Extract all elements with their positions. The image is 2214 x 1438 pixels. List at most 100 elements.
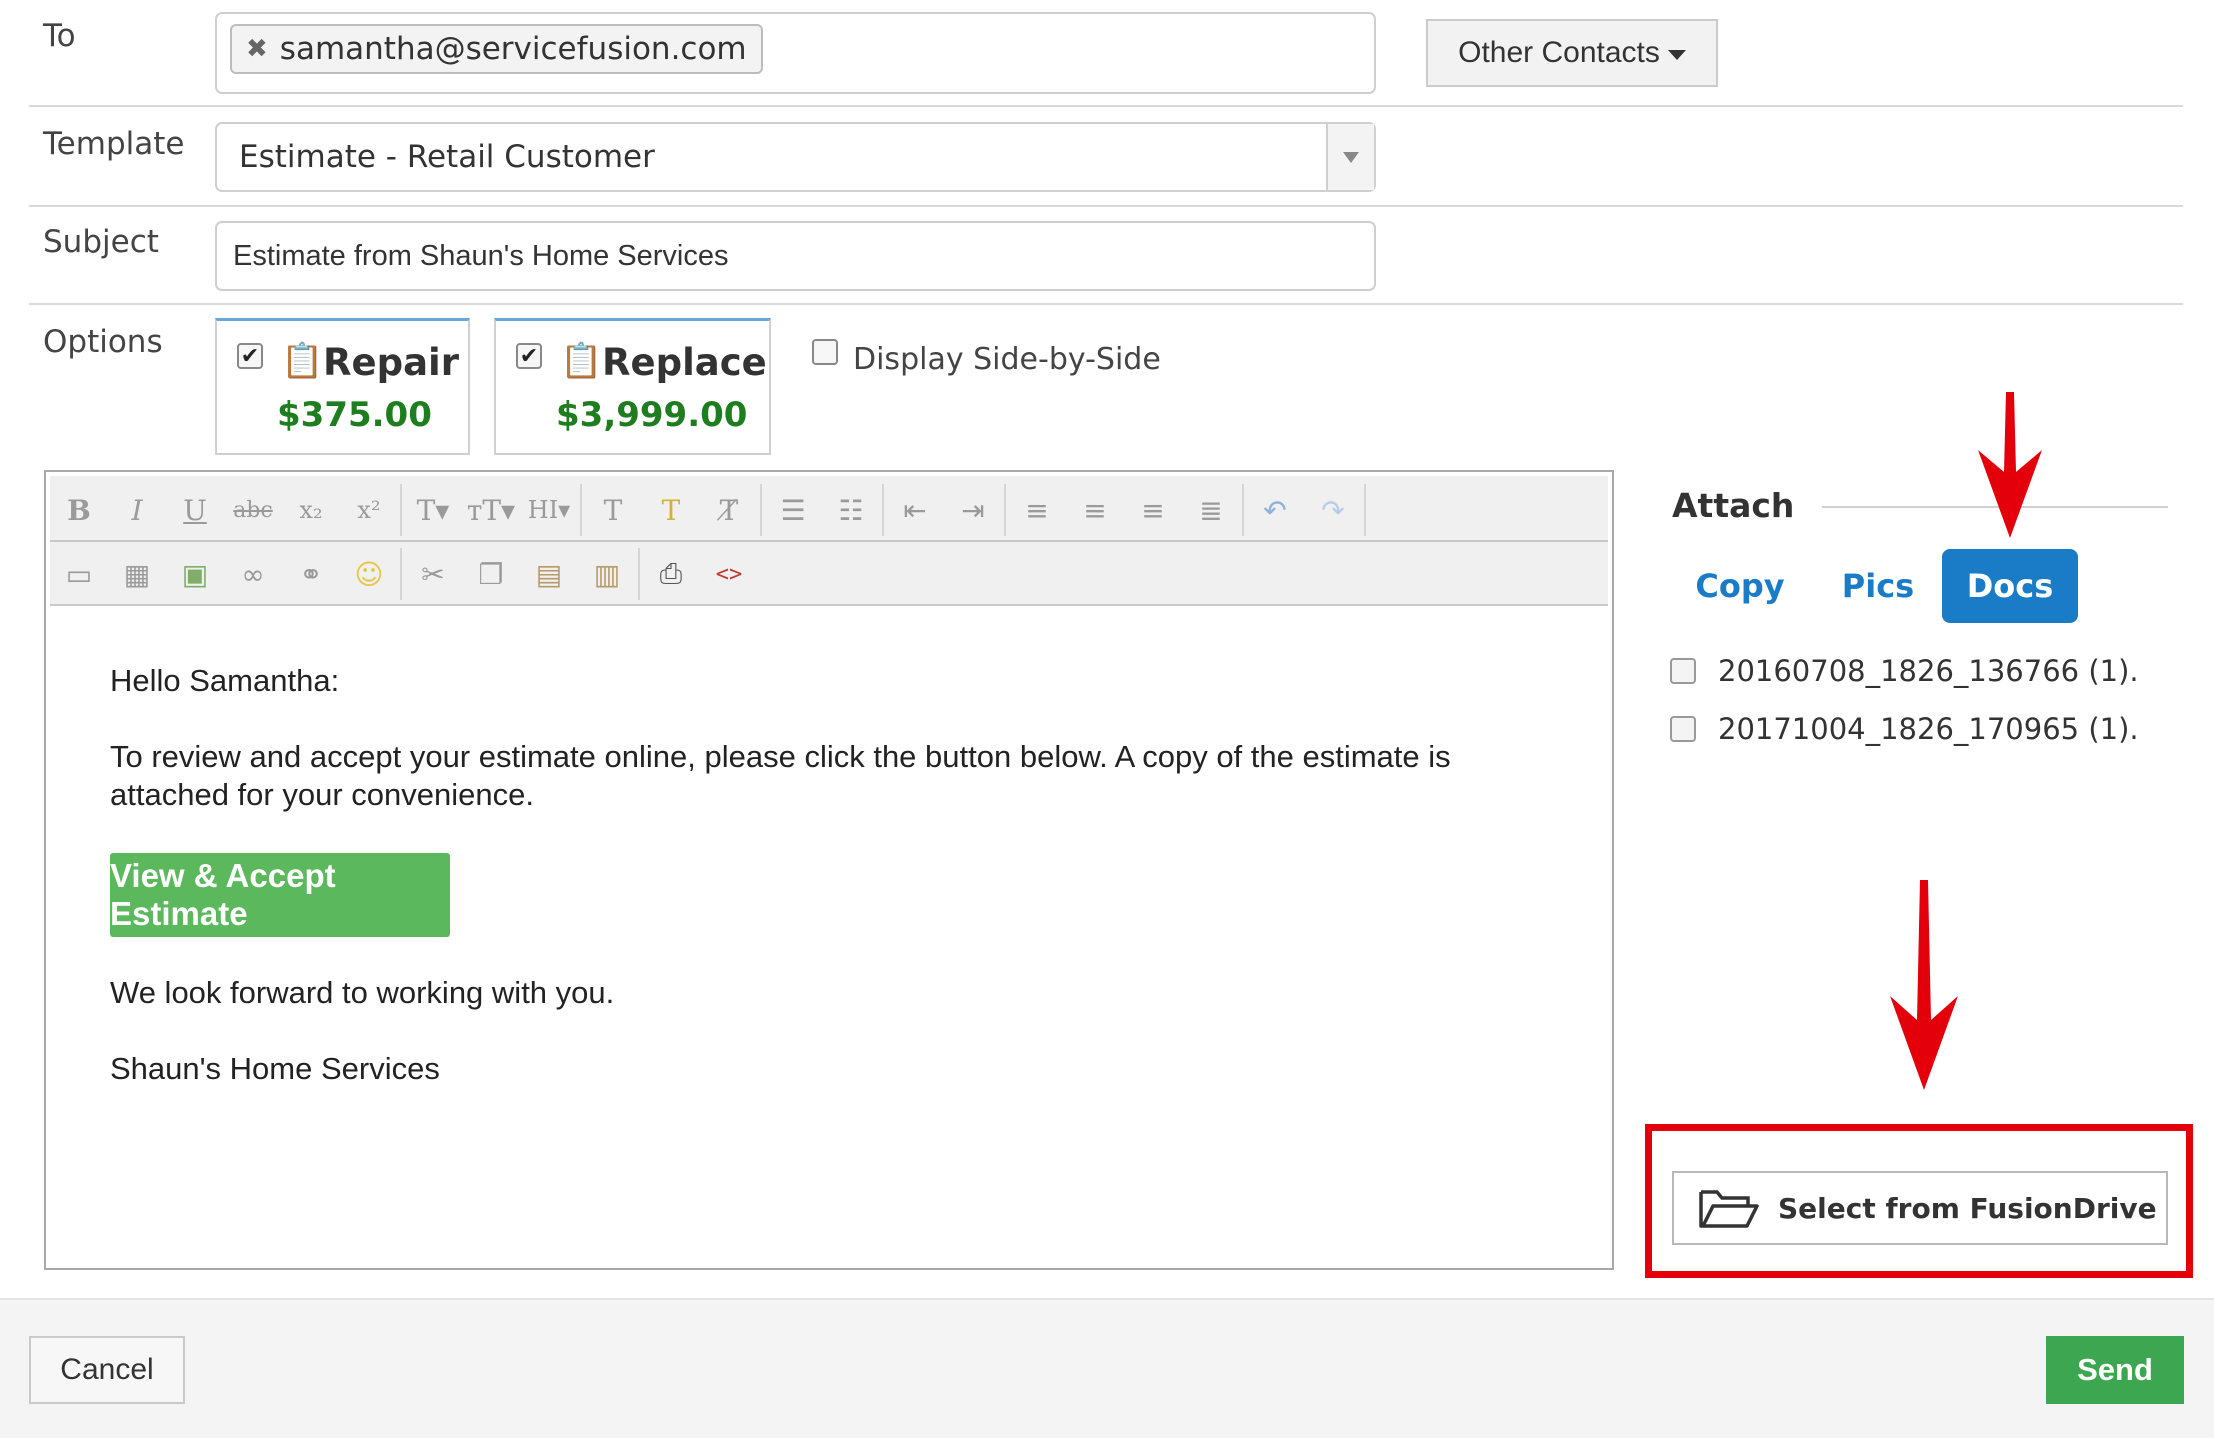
toolbar-separator (882, 484, 884, 536)
send-button[interactable]: Send (2046, 1336, 2184, 1404)
horizontal-rule-icon[interactable]: ▭ (50, 548, 108, 600)
select-from-fusiondrive-button[interactable]: Select from FusionDrive (1672, 1171, 2168, 1245)
image-icon[interactable]: ▣ (166, 548, 224, 600)
subject-label: Subject (43, 224, 159, 260)
replace-checkbox[interactable]: ✔ (516, 343, 542, 369)
other-contacts-label: Other Contacts (1458, 36, 1660, 69)
align-left-icon[interactable]: ≡ (1008, 484, 1066, 536)
attach-title: Attach (1672, 486, 1795, 525)
option-name: Repair (323, 341, 459, 384)
subject-input[interactable]: Estimate from Shaun's Home Services (215, 221, 1376, 291)
email-paragraph-continued: attached for your convenience. (110, 777, 534, 812)
justify-icon[interactable]: ≣ (1182, 484, 1240, 536)
emoji-icon[interactable]: ☺ (340, 548, 398, 600)
numbered-list-icon[interactable]: ☷ (822, 484, 880, 536)
repair-checkbox[interactable]: ✔ (237, 343, 263, 369)
dialog-footer: Cancel Send (0, 1298, 2214, 1438)
option-name: Replace (602, 341, 767, 384)
attach-file-item[interactable]: 20160708_1826_136766 (1). (1670, 654, 2139, 688)
divider (29, 205, 2183, 207)
side-by-side-label: Display Side-by-Side (853, 342, 1161, 377)
tab-docs[interactable]: Docs (1942, 549, 2078, 623)
option-price: $3,999.00 (556, 395, 748, 435)
clipboard-icon: 📋 (560, 342, 603, 380)
toolbar-separator (1364, 484, 1366, 536)
clear-format-icon[interactable]: T̸ (700, 484, 758, 536)
tab-copy[interactable]: Copy (1684, 549, 1796, 623)
unlink-icon[interactable]: ⚭ (282, 548, 340, 600)
copy-icon[interactable]: ❐ (462, 548, 520, 600)
subscript-icon[interactable]: x₂ (282, 484, 340, 536)
paste-text-icon[interactable]: ▥ (578, 548, 636, 600)
to-label: To (43, 18, 76, 54)
email-signature: Shaun's Home Services (110, 1051, 440, 1086)
undo-icon[interactable]: ↶ (1246, 484, 1304, 536)
heading-icon[interactable]: HI▾ (520, 484, 578, 536)
strikethrough-icon[interactable]: abc (224, 484, 282, 536)
font-size-icon[interactable]: тТ▾ (462, 484, 520, 536)
option-card-replace[interactable]: ✔ 📋 Replace $3,999.00 (494, 318, 771, 455)
options-label: Options (43, 324, 163, 360)
superscript-icon[interactable]: x² (340, 484, 398, 536)
redo-icon[interactable]: ↷ (1304, 484, 1362, 536)
toolbar-row-divider (50, 540, 1608, 542)
attach-file-item[interactable]: 20171004_1826_170965 (1). (1670, 712, 2139, 746)
folder-open-icon (1699, 1190, 1759, 1228)
other-contacts-button[interactable]: Other Contacts (1426, 19, 1718, 87)
recipient-email: samantha@servicefusion.com (279, 31, 747, 67)
file-name: 20171004_1826_170965 (1). (1718, 712, 2139, 746)
align-center-icon[interactable]: ≡ (1066, 484, 1124, 536)
recipient-chip: ✖ samantha@servicefusion.com (230, 24, 763, 74)
cancel-button[interactable]: Cancel (29, 1336, 185, 1404)
toolbar-separator (760, 484, 762, 536)
highlight-icon[interactable]: T (642, 484, 700, 536)
divider (29, 303, 2183, 305)
text-color-icon[interactable]: T (584, 484, 642, 536)
email-closing: We look forward to working with you. (110, 975, 615, 1010)
message-editor[interactable]: B I U abc x₂ x² T▾ тТ▾ HI▾ T T T̸ ☰ ☷ ⇤ … (44, 470, 1614, 1270)
email-greeting: Hello Samantha: (110, 663, 340, 698)
template-select[interactable]: Estimate - Retail Customer (215, 122, 1376, 192)
toolbar-separator (580, 484, 582, 536)
template-label: Template (43, 126, 185, 162)
toolbar-separator (400, 548, 402, 600)
table-icon[interactable]: ▦ (108, 548, 166, 600)
red-arrow-annotation (1890, 880, 1958, 1090)
toolbar-separator (400, 484, 402, 536)
toolbar-separator (1242, 484, 1244, 536)
clipboard-icon: 📋 (281, 342, 324, 380)
option-price: $375.00 (277, 395, 432, 435)
caret-down-icon (1667, 50, 1686, 60)
underline-icon[interactable]: U (166, 484, 224, 536)
align-right-icon[interactable]: ≡ (1124, 484, 1182, 536)
bullet-list-icon[interactable]: ☰ (764, 484, 822, 536)
fusiondrive-label: Select from FusionDrive (1778, 1191, 2157, 1225)
print-icon[interactable]: ⎙ (642, 548, 700, 600)
dropdown-arrow-icon[interactable] (1326, 124, 1374, 190)
indent-icon[interactable]: ⇥ (944, 484, 1002, 536)
to-field[interactable]: ✖ samantha@servicefusion.com (215, 12, 1376, 94)
bold-icon[interactable]: B (50, 484, 108, 536)
italic-icon[interactable]: I (108, 484, 166, 536)
tab-pics[interactable]: Pics (1834, 549, 1922, 623)
paste-icon[interactable]: ▤ (520, 548, 578, 600)
template-selected-value: Estimate - Retail Customer (239, 139, 655, 175)
editor-toolbar: B I U abc x₂ x² T▾ тТ▾ HI▾ T T T̸ ☰ ☷ ⇤ … (50, 476, 1608, 606)
toolbar-separator (638, 548, 640, 600)
file-checkbox[interactable] (1670, 658, 1696, 684)
source-code-icon[interactable]: <> (700, 548, 758, 600)
email-paragraph: To review and accept your estimate onlin… (110, 739, 1451, 774)
remove-recipient-icon[interactable]: ✖ (246, 34, 268, 64)
cut-icon[interactable]: ✂ (404, 548, 462, 600)
side-by-side-checkbox[interactable] (812, 339, 838, 365)
view-accept-estimate-button[interactable]: View & Accept Estimate (110, 853, 450, 937)
font-icon[interactable]: T▾ (404, 484, 462, 536)
file-checkbox[interactable] (1670, 716, 1696, 742)
toolbar-row-1: B I U abc x₂ x² T▾ тТ▾ HI▾ T T T̸ ☰ ☷ ⇤ … (50, 480, 1368, 540)
option-card-repair[interactable]: ✔ 📋 Repair $375.00 (215, 318, 470, 455)
link-icon[interactable]: ∞ (224, 548, 282, 600)
toolbar-separator (1004, 484, 1006, 536)
red-arrow-annotation (1978, 392, 2042, 538)
toolbar-row-2: ▭ ▦ ▣ ∞ ⚭ ☺ ✂ ❐ ▤ ▥ ⎙ <> (50, 544, 758, 604)
outdent-icon[interactable]: ⇤ (886, 484, 944, 536)
